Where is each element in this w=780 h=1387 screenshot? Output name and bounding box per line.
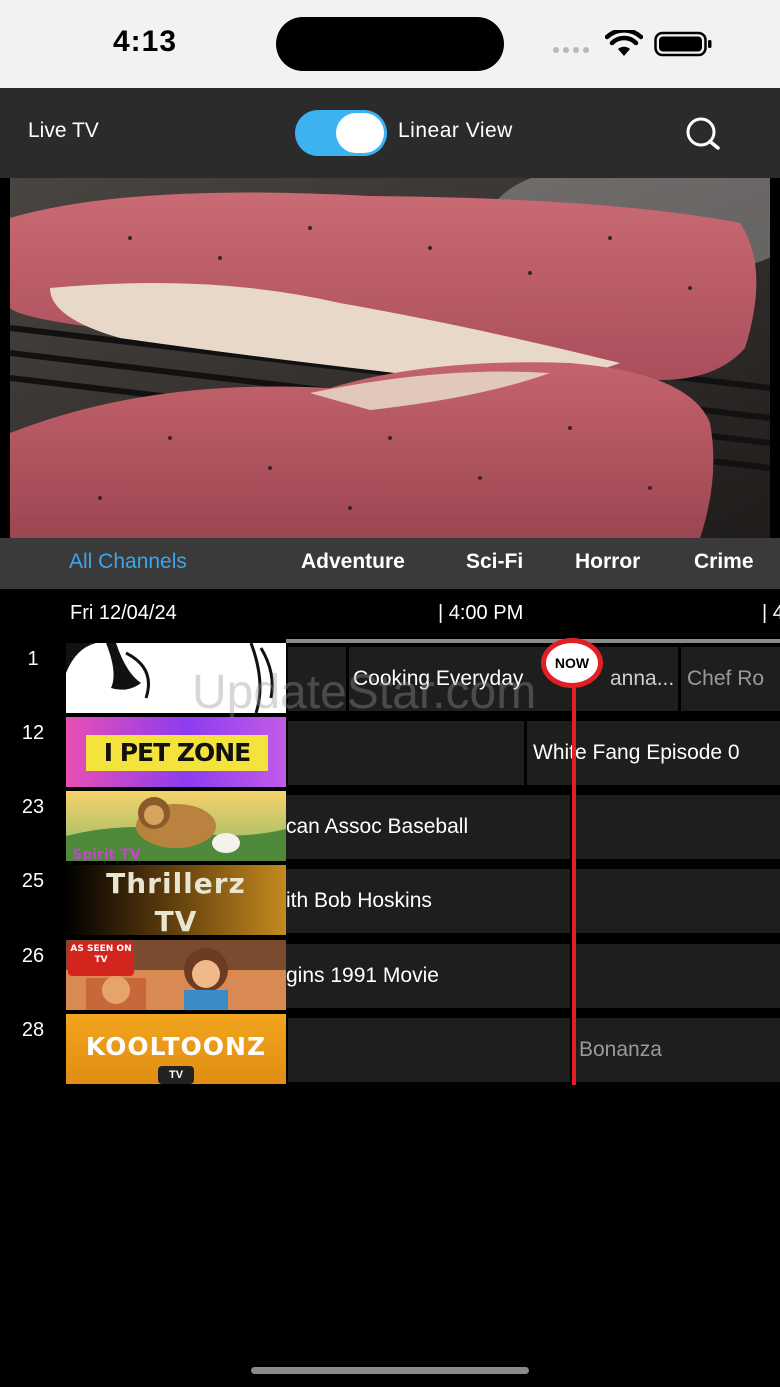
program-cell[interactable] — [288, 1018, 570, 1082]
program-cell[interactable] — [573, 869, 780, 933]
program-cell[interactable]: can Assoc Baseball — [286, 795, 570, 859]
category-tabs: All Channels Adventure Sci-Fi Horror Cri… — [0, 538, 780, 589]
video-player[interactable] — [10, 178, 770, 538]
channel-logo-text: Spirit TV — [72, 847, 141, 861]
status-time: 4:13 — [113, 25, 178, 58]
linear-view-label: Linear View — [398, 119, 513, 142]
battery-icon — [654, 31, 712, 57]
tab-horror[interactable]: Horror — [575, 550, 640, 574]
cellular-signal-icon — [553, 47, 589, 53]
tab-all-channels[interactable]: All Channels — [69, 550, 187, 574]
tab-sci-fi[interactable]: Sci-Fi — [466, 550, 523, 574]
progress-track — [286, 639, 780, 643]
channel-row: 25 Thrillerz TV ith Bob Hoskins — [0, 865, 780, 937]
channel-logo[interactable]: AS SEEN ON TV — [66, 940, 286, 1010]
time-slot-label: | 4:00 PM — [438, 602, 524, 624]
channel-number: 12 — [21, 722, 45, 744]
now-indicator-line — [572, 648, 576, 1085]
guide-time-header: Fri 12/04/24 | 4:00 PM | 4 — [0, 589, 780, 639]
top-nav-bar: Live TV Linear View — [0, 88, 780, 178]
channel-row: 28 KOOLTOONZ TV Bonanza — [0, 1014, 780, 1086]
now-indicator-badge: NOW — [541, 638, 603, 688]
toggle-knob — [336, 113, 384, 153]
program-cell[interactable] — [573, 795, 780, 859]
channel-logo[interactable]: KOOLTOONZ TV — [66, 1014, 286, 1084]
program-cell[interactable] — [573, 944, 780, 1008]
channel-row: 26 AS SEEN ON TV gins 1991 Movie — [0, 940, 780, 1012]
channel-row: 12 I PET ZONE White Fang Episode 0 — [0, 717, 780, 789]
channel-logo[interactable]: Thrillerz TV — [66, 865, 286, 935]
channel-number: 25 — [21, 870, 45, 892]
dynamic-island — [276, 17, 504, 71]
channel-row: 23 Spirit TV can Assoc Baseball — [0, 791, 780, 863]
channel-logo-text: KOOLTOONZ — [85, 1032, 267, 1061]
channel-logo[interactable]: Spirit TV — [66, 791, 286, 861]
tab-adventure[interactable]: Adventure — [301, 550, 405, 574]
program-cell[interactable]: Chef Ro — [681, 647, 780, 711]
home-indicator[interactable] — [251, 1367, 529, 1374]
time-slot-label: | 4 — [762, 602, 780, 624]
channel-number: 1 — [27, 648, 39, 670]
program-cell[interactable]: White Fang Episode 0 — [527, 721, 780, 785]
wifi-icon — [605, 30, 643, 56]
tab-crime[interactable]: Crime — [694, 550, 754, 574]
channel-number: 28 — [21, 1019, 45, 1041]
channel-logo-sub: TV — [158, 1066, 194, 1084]
linear-view-toggle[interactable] — [295, 110, 387, 156]
channel-logo-text: Thrillerz TV — [106, 867, 246, 935]
channel-number: 26 — [21, 945, 45, 967]
watermark: UpdateStar.com — [192, 666, 537, 719]
program-cell[interactable]: Bonanza — [573, 1018, 780, 1082]
channel-logo-text: AS SEEN ON TV — [68, 942, 134, 976]
channel-number: 23 — [21, 796, 45, 818]
video-frame-image — [10, 178, 770, 538]
status-bar: 4:13 — [0, 0, 780, 88]
search-icon[interactable] — [683, 116, 723, 152]
program-cell[interactable]: gins 1991 Movie — [286, 944, 570, 1008]
guide-date: Fri 12/04/24 — [70, 602, 177, 624]
channel-logo[interactable]: I PET ZONE — [66, 717, 286, 787]
channel-logo-text: I PET ZONE — [86, 735, 268, 771]
program-cell[interactable] — [288, 721, 524, 785]
program-cell[interactable]: ith Bob Hoskins — [286, 869, 570, 933]
page-title: Live TV — [28, 119, 99, 142]
